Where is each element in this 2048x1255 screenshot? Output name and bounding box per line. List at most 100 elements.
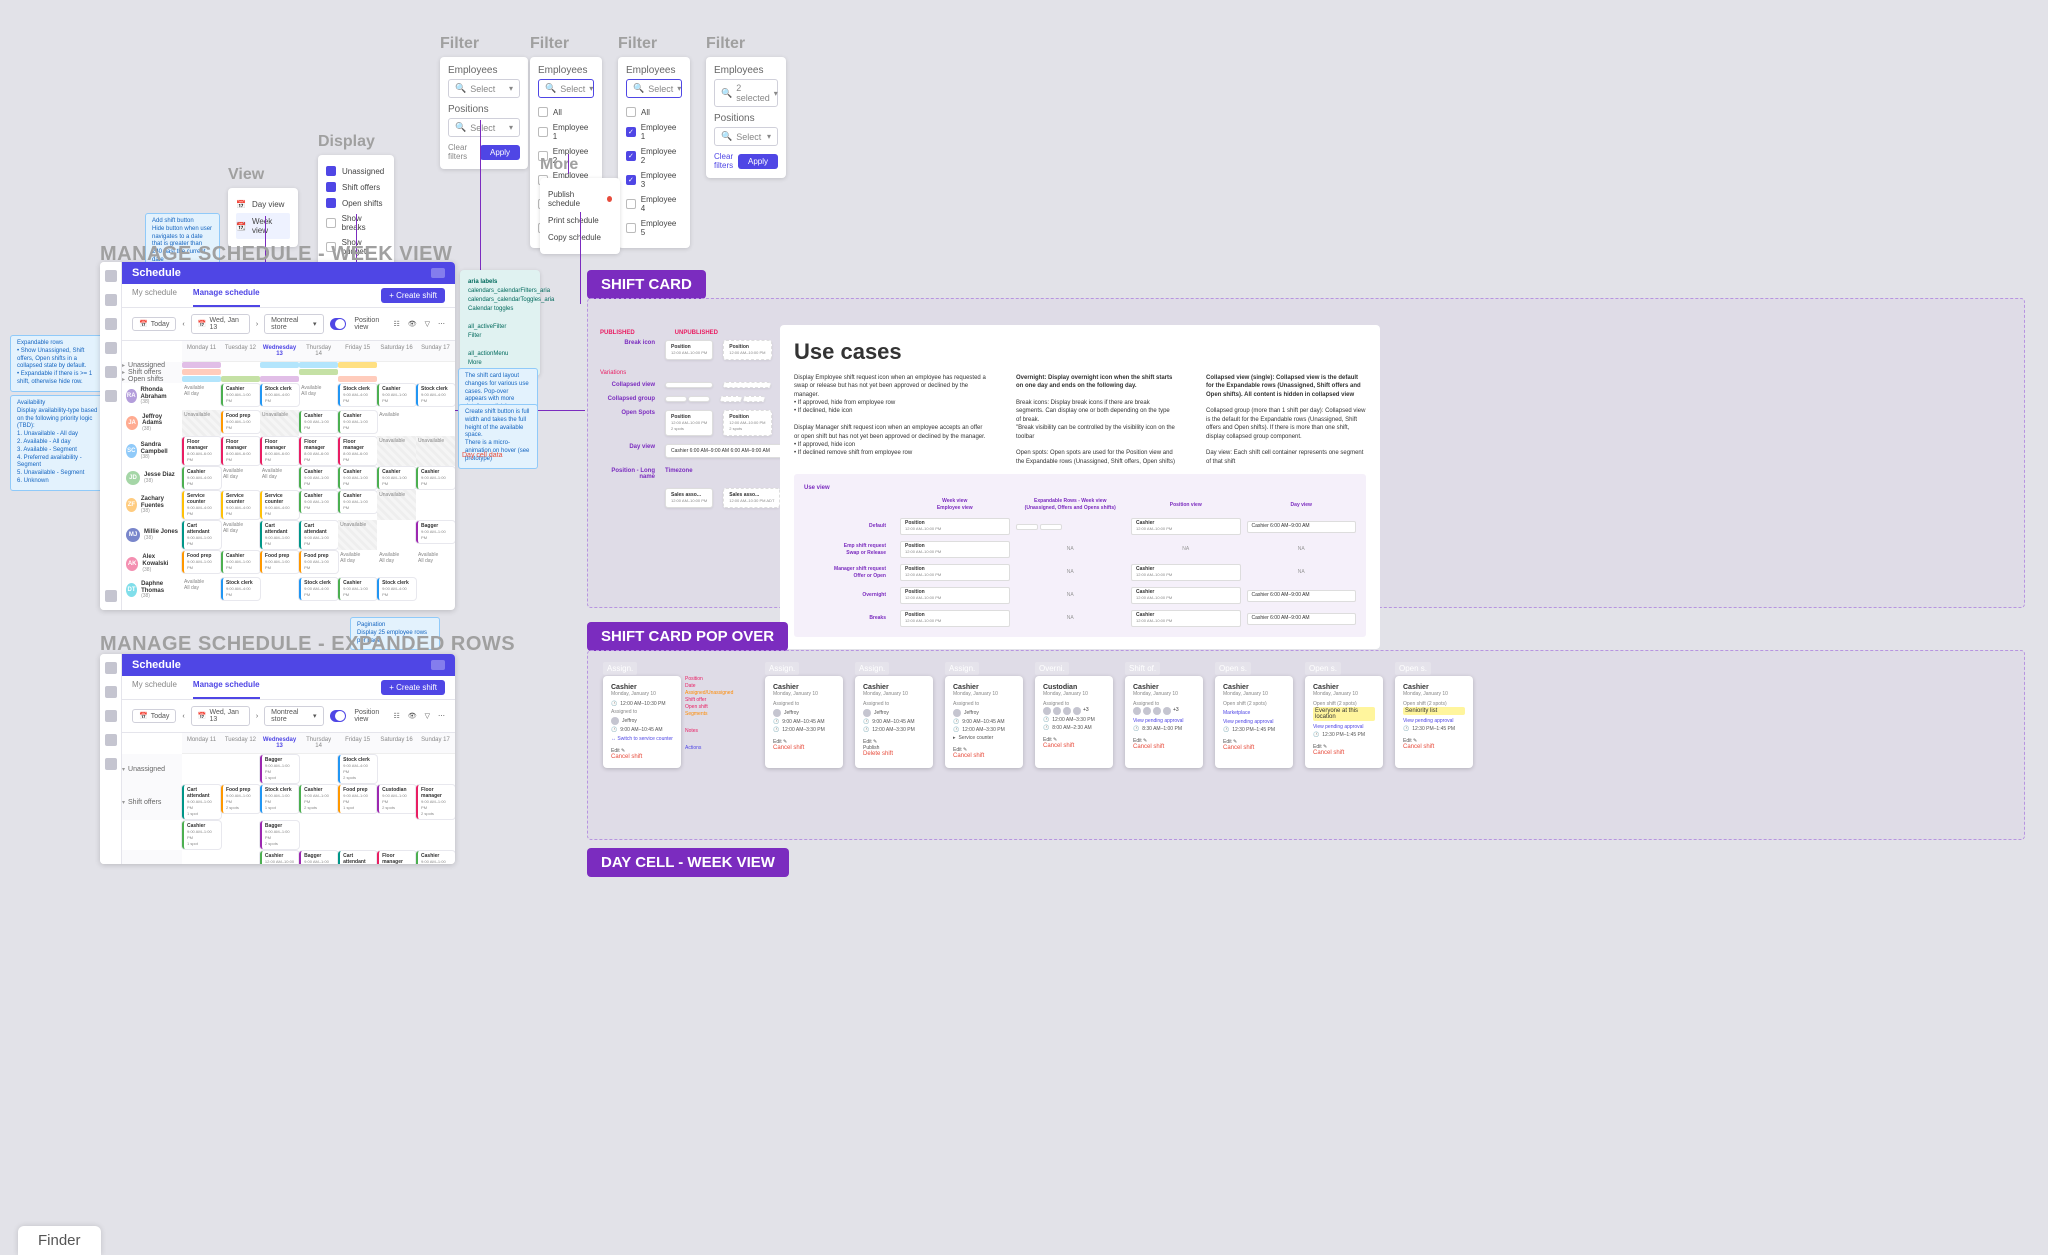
shift-card[interactable]: Floor manager9:00 AM–1:00 PM2 spots [416, 785, 455, 819]
shift-card[interactable]: Floor manager8:00 AM–6:00 PM [221, 437, 260, 465]
opt3-e2[interactable]: ✓Employee 2 [626, 144, 682, 168]
nav-icon[interactable] [105, 318, 117, 330]
tab-my[interactable]: My schedule [132, 288, 177, 307]
shift-card[interactable]: Stock clerk9:00 AM–4:00 PM [416, 384, 455, 406]
shift-card[interactable]: Cashier9:00 AM–1:00 PM [299, 411, 338, 433]
shift-card[interactable]: Cart attendant9:00 AM–1:00 PM [260, 521, 299, 549]
shift-card[interactable]: Cart attendant9:00 AM–1:00 PM [182, 521, 221, 549]
shift-card[interactable]: Floor manager8:00 AM–6:00 PM [299, 437, 338, 465]
finder-tab[interactable]: Finder [18, 1226, 101, 1255]
more-publish[interactable]: Publish schedule [548, 186, 612, 212]
filter-icon[interactable]: ▽ [425, 712, 430, 720]
select-employees-2[interactable]: 🔍Select▾ [538, 79, 594, 98]
today-2[interactable]: 📅 Today [132, 709, 176, 723]
shift-card[interactable]: Cashier9:00 AM–1:00 PM [338, 578, 377, 600]
toggle-open[interactable]: Open shifts [326, 195, 386, 211]
row-unassigned-2[interactable]: ▾Unassigned [122, 754, 182, 784]
shift-card[interactable]: Cashier9:00 AM–1:00 PM [338, 491, 377, 513]
tab-manage[interactable]: Manage schedule [193, 288, 260, 307]
sample-card[interactable]: Sales asso...12:00 AM–10:30 PM ADT [723, 488, 780, 508]
opt3-e5[interactable]: Employee 5 [626, 216, 682, 240]
shift-card[interactable]: Cashier9:00 AM–1:00 PM [377, 467, 416, 489]
sample-card[interactable]: Position12:00 AM–10:00 PM2 spots [665, 410, 713, 436]
shift-card[interactable]: Cart attendant9:00 AM–1:00 PM1 spot [182, 785, 221, 819]
shift-card[interactable]: Cashier9:00 AM–1:00 PM [221, 551, 260, 573]
tab-my-2[interactable]: My schedule [132, 680, 177, 699]
eye-icon[interactable]: 👁 [408, 712, 417, 720]
clear-filters-1[interactable]: Clear filters [448, 143, 480, 161]
shift-card[interactable]: Cashier9:00 AM–1:00 PM [221, 384, 260, 406]
apply-1[interactable]: Apply [480, 145, 520, 160]
shift-card[interactable]: Stock clerk9:00 AM–4:00 PM2 spots [338, 755, 377, 783]
toggle-unassigned[interactable]: Unassigned [326, 163, 386, 179]
switch-link[interactable]: ↔ Switch to service counter [611, 736, 673, 742]
shift-card[interactable]: Stock clerk9:00 AM–4:00 PM [338, 384, 377, 406]
today-button[interactable]: 📅 Today [132, 317, 176, 331]
clear-filters-4[interactable]: Clear filters [714, 152, 738, 170]
location-select[interactable]: Montreal store ▾ [264, 314, 323, 334]
eye-icon[interactable]: 👁 [408, 320, 417, 328]
sample-card[interactable]: Position12:00 AM–10:00 PM [665, 340, 713, 360]
emp-row[interactable]: JDJesse Diaz(38) [122, 466, 182, 490]
create-shift-2[interactable]: + Create shift [381, 680, 445, 695]
row-open[interactable]: ▸Open shifts [122, 376, 182, 383]
shift-card[interactable]: Cashier9:00 AM–1:00 PM2 spots [416, 851, 455, 864]
emp-row[interactable]: AKAlex Kowalski(38) [122, 550, 182, 577]
location-2[interactable]: Montreal store ▾ [264, 706, 323, 726]
shift-card[interactable]: Cashier9:00 AM–1:00 PM [338, 467, 377, 489]
view-pending[interactable]: View pending approval [1223, 719, 1285, 725]
cancel-shift[interactable]: Cancel shift [1133, 744, 1164, 750]
shift-card[interactable]: Food prep9:00 AM–1:00 PM [260, 551, 299, 573]
shift-card[interactable]: Stock clerk9:00 AM–1:00 PM1 spot [260, 785, 299, 813]
emp-row[interactable]: ZFZachary Fuentes(38) [122, 490, 182, 520]
shift-card[interactable]: Stock clerk9:00 AM–4:00 PM [260, 384, 299, 406]
shift-card[interactable]: Bagger9:00 AM–1:00 PM2 spots [299, 851, 338, 864]
opt3-e4[interactable]: Employee 4 [626, 192, 682, 216]
shift-card[interactable]: Cashier9:00 AM–1:00 PM [338, 411, 377, 433]
cancel-shift[interactable]: Cancel shift [953, 753, 984, 759]
row-offers[interactable]: ▸Shift offers [122, 369, 182, 376]
select-positions-4[interactable]: 🔍Select▾ [714, 127, 778, 146]
shift-card[interactable]: Food prep9:00 AM–1:00 PM [182, 551, 221, 573]
shift-card[interactable]: Custodian9:00 AM–1:00 PM2 spots [377, 785, 416, 813]
shift-card[interactable]: Service counter9:00 AM–4:00 PM [260, 491, 299, 519]
cancel-shift[interactable]: Cancel shift [1223, 745, 1254, 751]
shift-card[interactable]: Bagger9:00 AM–1:00 PM [416, 521, 455, 543]
shift-card[interactable]: Cart attendant9:00 AM–1:00 PM2 spots [338, 851, 377, 864]
emp-row[interactable]: SCSandra Campbell(38) [122, 436, 182, 466]
delete-shift[interactable]: Delete shift [863, 751, 893, 757]
cancel-shift[interactable]: Cancel shift [773, 745, 804, 751]
select-employees-4[interactable]: 🔍2 selected▾ [714, 79, 778, 107]
toggle-offers[interactable]: Shift offers [326, 179, 386, 195]
prev-arrow-icon[interactable]: ‹ [182, 321, 184, 328]
nav-icon[interactable] [105, 270, 117, 282]
opt3-e1[interactable]: ✓Employee 1 [626, 120, 682, 144]
cancel-shift[interactable]: Cancel shift [1403, 744, 1434, 750]
marketplace-link[interactable]: Marketplace [1223, 710, 1285, 716]
shift-card[interactable]: Cashier9:00 AM–1:00 PM [299, 491, 338, 513]
shift-card[interactable]: Stock clerk9:00 AM–4:00 PM [221, 578, 260, 600]
nav-icon[interactable] [105, 710, 117, 722]
opt-all[interactable]: All [538, 104, 594, 120]
shift-card[interactable]: Floor manager8:00 AM–6:00 PM [182, 437, 221, 465]
nav-icon[interactable] [105, 758, 117, 770]
emp-row[interactable]: MJMillie Jones(38) [122, 520, 182, 550]
opt3-all[interactable]: All [626, 104, 682, 120]
next-arrow-icon[interactable]: › [256, 713, 258, 720]
date-2[interactable]: 📅 Wed, Jan 13 [191, 706, 250, 726]
shift-card[interactable]: Food prep9:00 AM–1:00 PM [221, 411, 260, 433]
shift-card[interactable]: Bagger9:00 AM–1:00 PM1 spot [260, 755, 299, 783]
shift-card[interactable]: Cashier9:00 AM–1:00 PM [377, 384, 416, 406]
sample-card[interactable]: Position12:00 AM–10:00 PM [723, 340, 771, 360]
sample-card[interactable]: Position12:00 AM–10:00 PM2 spots [723, 410, 771, 436]
next-arrow-icon[interactable]: › [256, 321, 258, 328]
more-icon[interactable]: ⋯ [438, 320, 445, 328]
cancel-shift[interactable]: Cancel shift [611, 754, 642, 760]
nav-icon[interactable] [105, 734, 117, 746]
shift-card[interactable]: Cashier9:00 AM–1:00 PM [416, 467, 455, 489]
row-unassigned[interactable]: ▸Unassigned [122, 362, 182, 369]
shift-card[interactable]: Food prep9:00 AM–1:00 PM2 spots [221, 785, 260, 813]
nav-icon[interactable] [105, 590, 117, 602]
position-toggle-2[interactable] [330, 710, 347, 722]
view-pending[interactable]: View pending approval [1133, 718, 1195, 724]
